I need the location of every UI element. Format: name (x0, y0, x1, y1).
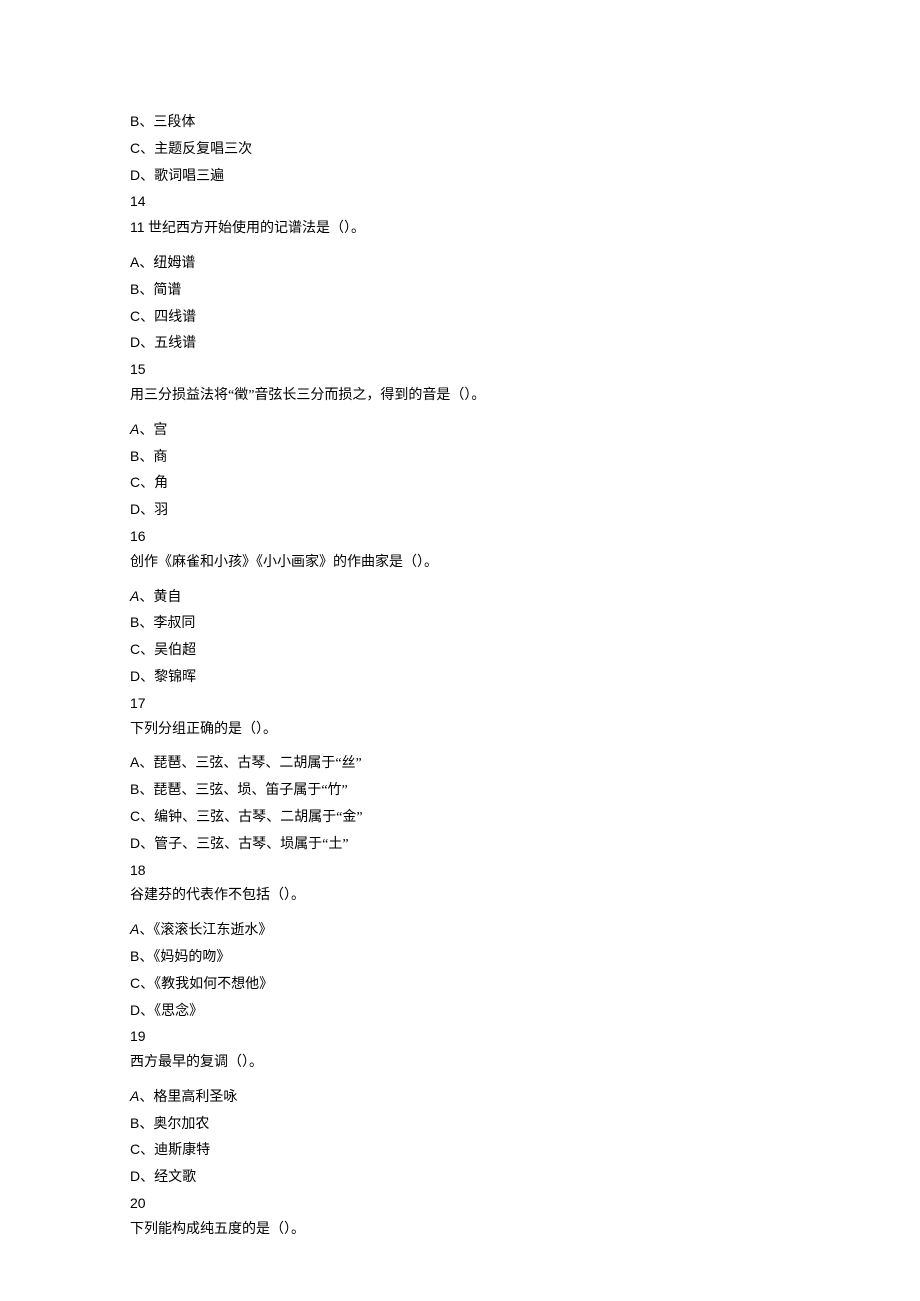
question-stem: 创作《麻雀和小孩》《小小画家》的作曲家是（）。 (130, 551, 790, 575)
option-c: C、吴伯超 (130, 638, 790, 663)
option-b: B、《妈妈的吻》 (130, 945, 790, 970)
option-d: D、《思念》 (130, 999, 790, 1024)
option-c: C、《教我如何不想他》 (130, 972, 790, 997)
question-number: 14 (130, 190, 790, 214)
question-number: 16 (130, 525, 790, 549)
question-17: 17 下列分组正确的是（）。 A、琵琶、三弦、古琴、二胡属于“丝” B、琵琶、三… (130, 692, 790, 857)
question-19: 19 西方最早的复调（）。 A、格里高利圣咏 B、奥尔加农 C、迪斯康特 D、经… (130, 1025, 790, 1190)
question-stem: 下列能构成纯五度的是（）。 (130, 1218, 790, 1242)
option-c: C、四线谱 (130, 305, 790, 330)
question-number: 17 (130, 692, 790, 716)
option-a: A、格里高利圣咏 (130, 1085, 790, 1110)
question-14: 14 11 世纪西方开始使用的记谱法是（）。 A、纽姆谱 B、简谱 C、四线谱 … (130, 190, 790, 356)
question-stem: 下列分组正确的是（）。 (130, 718, 790, 742)
question-18: 18 谷建芬的代表作不包括（）。 A、《滚滚长江东逝水》 B、《妈妈的吻》 C、… (130, 859, 790, 1024)
option-d: D、五线谱 (130, 331, 790, 356)
option-b: B、李叔同 (130, 611, 790, 636)
option-d: D、黎锦晖 (130, 665, 790, 690)
question-stem: 谷建芬的代表作不包括（）。 (130, 884, 790, 908)
option-d: D、羽 (130, 498, 790, 523)
option-a: A、宫 (130, 418, 790, 443)
question-16: 16 创作《麻雀和小孩》《小小画家》的作曲家是（）。 A、黄自 B、李叔同 C、… (130, 525, 790, 690)
document-body: B、三段体 C、主题反复唱三次 D、歌词唱三遍 14 11 世纪西方开始使用的记… (130, 110, 790, 1242)
option-b: B、奥尔加农 (130, 1112, 790, 1137)
question-number: 18 (130, 859, 790, 883)
option-a: A、《滚滚长江东逝水》 (130, 918, 790, 943)
question-stem: 西方最早的复调（）。 (130, 1051, 790, 1075)
question-15: 15 用三分损益法将“徵”音弦长三分而损之，得到的音是（）。 A、宫 B、商 C… (130, 358, 790, 523)
question-20: 20 下列能构成纯五度的是（）。 (130, 1192, 790, 1242)
option-a: A、黄自 (130, 585, 790, 610)
option-c: C、主题反复唱三次 (130, 137, 790, 162)
option-b: B、三段体 (130, 110, 790, 135)
option-a: A、琵琶、三弦、古琴、二胡属于“丝” (130, 751, 790, 776)
pre-options-block: B、三段体 C、主题反复唱三次 D、歌词唱三遍 (130, 110, 790, 188)
option-d: D、歌词唱三遍 (130, 164, 790, 189)
option-b: B、商 (130, 445, 790, 470)
question-stem: 用三分损益法将“徵”音弦长三分而损之，得到的音是（）。 (130, 384, 790, 408)
option-c: C、编钟、三弦、古琴、二胡属于“金” (130, 805, 790, 830)
question-number: 15 (130, 358, 790, 382)
option-d: D、管子、三弦、古琴、埙属于“土” (130, 832, 790, 857)
option-a: A、纽姆谱 (130, 251, 790, 276)
question-number: 20 (130, 1192, 790, 1216)
option-c: C、角 (130, 471, 790, 496)
option-c: C、迪斯康特 (130, 1138, 790, 1163)
option-b: B、简谱 (130, 278, 790, 303)
option-d: D、经文歌 (130, 1165, 790, 1190)
question-stem: 11 世纪西方开始使用的记谱法是（）。 (130, 216, 790, 241)
question-number: 19 (130, 1025, 790, 1049)
option-b: B、琵琶、三弦、埙、笛子属于“竹” (130, 778, 790, 803)
